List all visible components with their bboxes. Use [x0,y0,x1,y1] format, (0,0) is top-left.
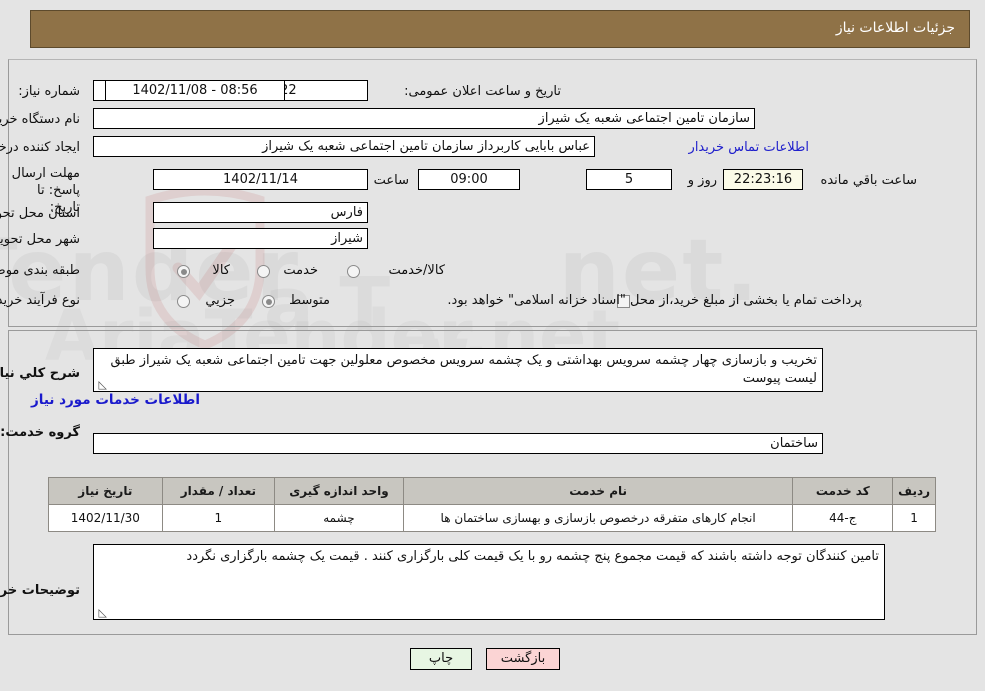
public-announce-field[interactable]: 08:56 - 1402/11/08 [105,80,285,101]
th-name: نام خدمت [402,477,794,505]
th-row: ردیف [892,477,936,505]
page-title: جزئیات اطلاعات نیاز [835,20,955,36]
services-table-wrap: ردیف کد خدمت نام خدمت واحد اندازه گیری ت… [48,477,936,532]
back-button[interactable]: بازگشت [486,648,560,670]
table-header-row: ردیف کد خدمت نام خدمت واحد اندازه گیری ت… [48,477,936,505]
city-label: شهر محل تحویل: [0,232,80,247]
services-heading: اطلاعات خدمات مورد نیاز [30,392,200,408]
creator-label: ایجاد کننده درخواست: [0,140,80,155]
th-unit: واحد اندازه گیری [274,477,404,505]
cell-code: ج-44 [792,504,894,532]
buyer-org-label: نام دستگاه خریدار: [0,112,80,127]
description-label: شرح کلي نیاز: [0,366,80,381]
cell-date: 1402/11/30 [48,504,163,532]
radio-category-kala-khedmat[interactable] [347,265,360,278]
deadline-date-field[interactable]: 1402/11/14 [153,169,368,190]
city-field[interactable]: شیراز [153,228,368,249]
th-quantity: تعداد / مقدار [161,477,276,505]
th-date: تاریخ نیاز [48,477,163,505]
description-textarea[interactable]: تخریب و بازسازی چهار چشمه سرویس بهداشتی … [93,348,823,392]
cell-name: انجام کارهای متفرقه درخصوص بازسازی و بهس… [402,504,794,532]
remaining-days-field[interactable]: 5 [586,169,672,190]
remaining-time-field: 22:23:16 [723,169,803,190]
need-number-label: شماره نیاز: [18,84,80,99]
cell-unit: چشمه [274,504,404,532]
radio-category-khedmat[interactable] [257,265,270,278]
province-label: استان محل تحویل: [0,206,80,221]
buyer-notes-label: توضیحات خریدار: [0,583,80,598]
print-button[interactable]: چاپ [410,648,472,670]
service-group-label: گروه خدمت: [0,425,80,440]
radio-process-jozi-label: جزیي [205,293,235,308]
radio-category-kala-khedmat-label: کالا/خدمت [388,263,445,278]
radio-process-jozi[interactable] [177,295,190,308]
deadline-time-label: ساعت [373,173,409,188]
creator-field[interactable]: عباس بابایی کاربرداز سازمان تامین اجتماع… [93,136,595,157]
service-group-field[interactable]: ساختمان [93,433,823,454]
table-row[interactable]: 1 ج-44 انجام کارهای متفرقه درخصوص بازساز… [48,504,936,532]
radio-category-khedmat-label: خدمت [283,263,318,278]
deadline-time-field[interactable]: 09:00 [418,169,520,190]
th-code: کد خدمت [792,477,894,505]
category-label: طبقه بندی موضوعی: [0,263,80,278]
buyer-contact-link[interactable]: اطلاعات تماس خریدار [689,140,809,155]
public-announce-label: تاریخ و ساعت اعلان عمومی: [404,84,561,99]
resize-grip-icon[interactable]: ◺ [97,379,107,390]
treasury-documents-label: پرداخت تمام یا بخشی از مبلغ خرید،از محل … [447,293,862,308]
description-text: تخریب و بازسازی چهار چشمه سرویس بهداشتی … [110,353,817,386]
cell-row: 1 [892,504,936,532]
province-field[interactable]: فارس [153,202,368,223]
radio-category-kala[interactable] [177,265,190,278]
services-table: ردیف کد خدمت نام خدمت واحد اندازه گیری ت… [48,477,936,532]
remaining-suffix-label: ساعت باقي مانده [820,173,917,188]
days-and-label: روز و [687,173,717,188]
radio-category-kala-label: کالا [212,263,230,278]
radio-process-motevaset-label: متوسط [289,293,330,308]
resize-grip-icon-2[interactable]: ◺ [97,607,107,618]
buyer-org-field[interactable]: سازمان تامین اجتماعی شعبه یک شیراز [93,108,755,129]
page-root: AriaTender .net a T W AriaTender.net جزئ… [0,0,985,691]
radio-process-motevaset[interactable] [262,295,275,308]
buyer-notes-text: تامین کنندگان توجه داشته باشند که قیمت م… [186,549,879,564]
header-bar: جزئیات اطلاعات نیاز [30,10,970,48]
cell-quantity: 1 [161,504,276,532]
buyer-notes-textarea[interactable]: تامین کنندگان توجه داشته باشند که قیمت م… [93,544,885,620]
process-label: نوع فرآیند خرید : [0,293,80,308]
